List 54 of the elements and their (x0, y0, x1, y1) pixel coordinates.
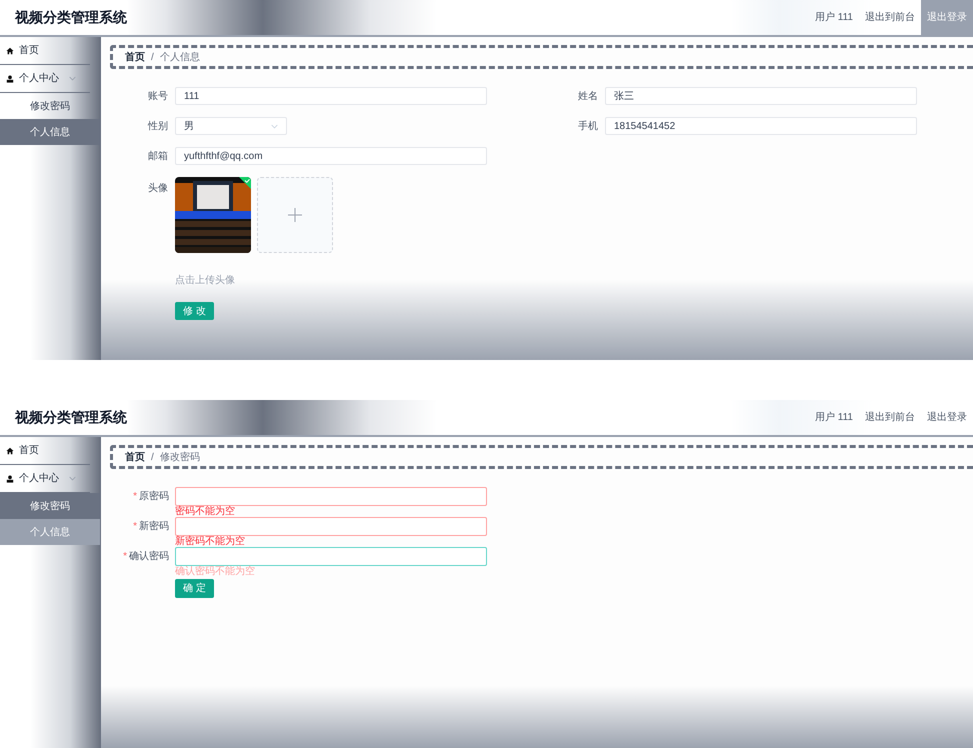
field-label: 邮箱 (147, 150, 168, 164)
sidebar-item[interactable]: 首页 (0, 37, 90, 65)
app-title: 视频分类管理系统 (14, 408, 127, 427)
header-link[interactable]: 退出到前台 (859, 0, 921, 35)
app-title: 视频分类管理系统 (14, 8, 127, 27)
sidebar-label: 个人中心 (19, 472, 59, 486)
header-link[interactable]: 用户 111 (809, 400, 859, 435)
sidebar-label: 首页 (19, 44, 39, 58)
input-field[interactable]: 张三 (605, 87, 917, 105)
required-mark: * (123, 550, 127, 564)
password-field[interactable] (175, 547, 487, 566)
error-message: 密码不能为空 (175, 507, 235, 517)
input-field[interactable]: 111 (175, 87, 487, 105)
breadcrumb-item: 修改密码 (160, 450, 200, 464)
sidebar-label: 首页 (19, 444, 39, 458)
field-label: 手机 (577, 120, 598, 134)
input-field[interactable]: yufthfthf@qq.com (175, 147, 487, 165)
header-link[interactable]: 用户 111 (809, 0, 859, 35)
home-icon (6, 446, 14, 454)
header-link[interactable]: 退出到前台 (859, 400, 921, 435)
field-label: 姓名 (577, 90, 598, 104)
field-label: 确认密码 (129, 550, 169, 564)
input-field[interactable]: 18154541452 (605, 117, 917, 135)
user-icon (6, 74, 14, 82)
field-label: 原密码 (139, 490, 169, 504)
field-label: 新密码 (139, 520, 169, 534)
field-label: 头像 (147, 182, 168, 196)
upload-tile[interactable] (257, 177, 333, 253)
breadcrumb-item: 个人信息 (160, 50, 200, 64)
home-icon (6, 46, 14, 54)
required-mark: * (133, 490, 137, 504)
select-field[interactable]: 男 (175, 117, 287, 135)
breadcrumb-separator: / (151, 50, 154, 64)
password-field[interactable] (175, 517, 487, 536)
required-mark: * (133, 520, 137, 534)
error-message: 新密码不能为空 (175, 537, 245, 547)
submenu-item[interactable]: 修改密码 (0, 493, 100, 519)
sidebar-item[interactable]: 首页 (0, 437, 90, 465)
sidebar-label: 个人中心 (19, 72, 59, 86)
breadcrumb-item[interactable]: 首页 (125, 450, 145, 464)
field-label: 账号 (147, 90, 168, 104)
field-label: 性别 (146, 120, 168, 134)
error-message: 确认密码不能为空 (175, 567, 255, 577)
breadcrumb-item[interactable]: 首页 (125, 50, 145, 64)
user-icon (6, 474, 14, 482)
password-field[interactable] (175, 487, 487, 506)
sidebar-item[interactable]: 个人中心 (0, 65, 90, 93)
breadcrumb-separator: / (151, 450, 154, 464)
upload-hint: 点击上传头像 (175, 274, 235, 288)
submenu-item[interactable]: 修改密码 (0, 93, 100, 119)
header-link[interactable]: 退出登录 (921, 400, 973, 435)
submenu-item[interactable]: 个人信息 (0, 119, 100, 145)
chevron-icon (271, 124, 278, 128)
plus-icon (288, 208, 302, 222)
